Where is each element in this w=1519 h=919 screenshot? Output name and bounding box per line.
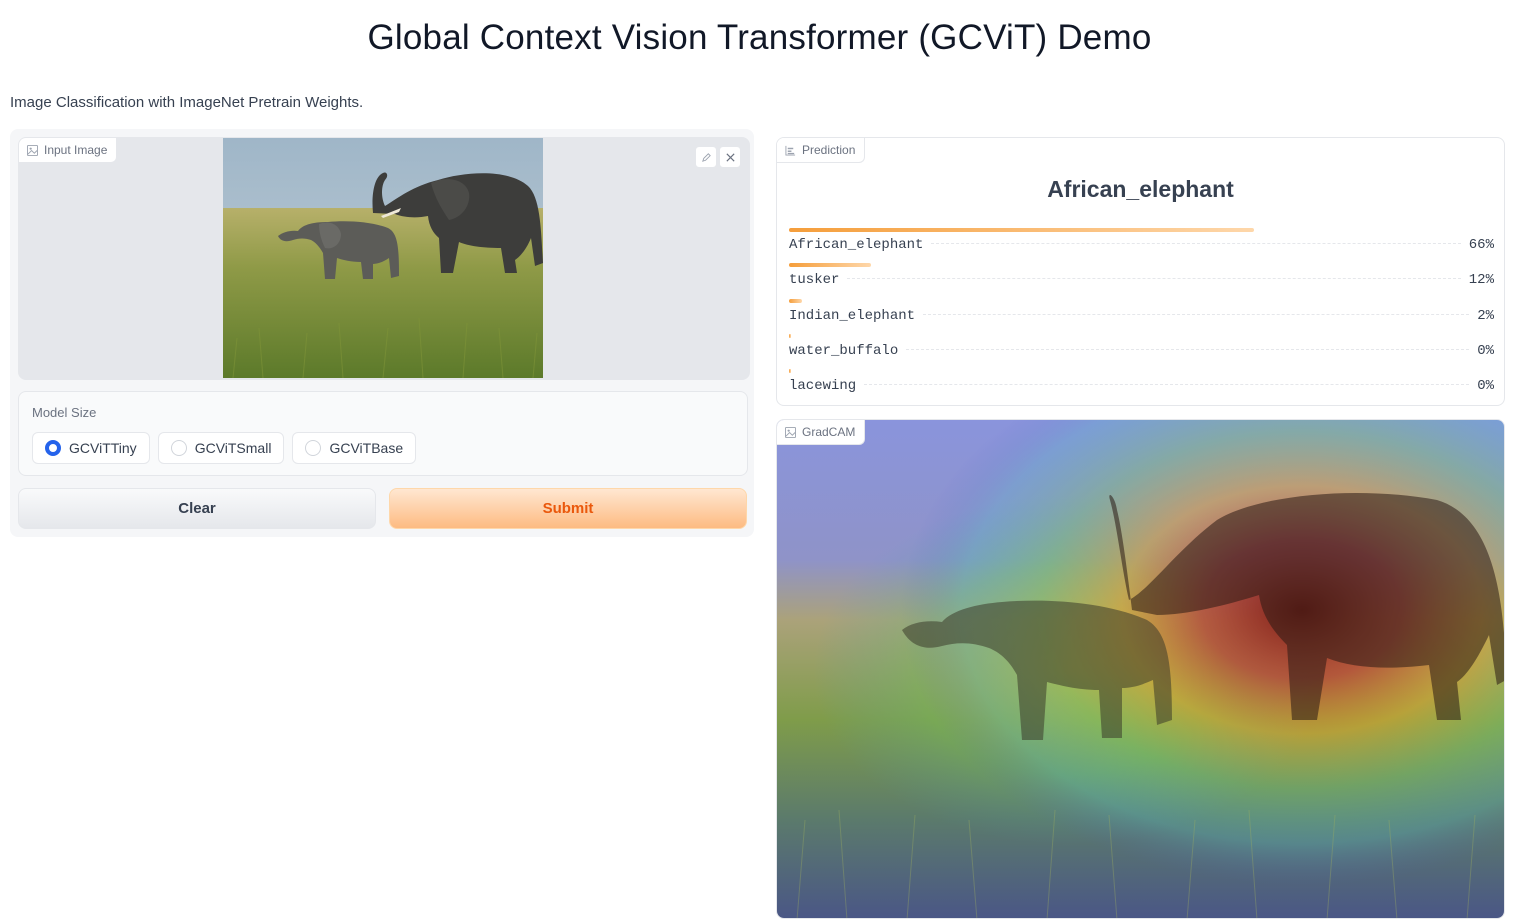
edit-icon	[701, 152, 711, 162]
confidence-leader-line	[906, 348, 1470, 350]
confidence-percent: 0%	[1477, 342, 1494, 359]
page-description: Image Classification with ImageNet Pretr…	[10, 94, 364, 111]
input-panel: Input Image Model Size GCViTTiny GCViTSm…	[10, 129, 754, 537]
confidence-label: lacewing	[789, 378, 857, 395]
edit-button[interactable]	[695, 146, 717, 168]
prediction-label-badge: Prediction	[777, 138, 866, 163]
confidence-text: tusker 12%	[789, 272, 1494, 288]
model-size-radio-group: GCViTTiny GCViTSmall GCViTBase	[32, 432, 417, 464]
radio-unchecked-icon[interactable]	[170, 440, 187, 456]
confidence-bar	[789, 228, 1255, 232]
clear-button[interactable]: Clear	[18, 488, 376, 529]
page-title: Global Context Vision Transformer (GCViT…	[367, 18, 1152, 57]
confidence-row[interactable]: tusker 12%	[789, 263, 1494, 293]
radio-option-gcvitbase[interactable]: GCViTBase	[292, 432, 417, 464]
radio-label: GCViTSmall	[194, 440, 272, 456]
radio-option-gcvitsmall[interactable]: GCViTSmall	[157, 432, 285, 464]
confidence-percent: 66%	[1468, 237, 1494, 253]
confidence-text: Indian_elephant 2%	[789, 308, 1494, 324]
submit-button[interactable]: Submit	[389, 488, 747, 529]
radio-label: GCViTBase	[329, 440, 404, 456]
confidence-row[interactable]: Indian_elephant 2%	[789, 298, 1494, 329]
confidence-row[interactable]: lacewing 0%	[789, 369, 1494, 399]
gradcam-label: GradCAM	[802, 425, 856, 439]
confidence-bar	[789, 298, 802, 303]
confidence-row[interactable]: water_buffalo 0%	[789, 333, 1494, 364]
input-image-dropzone[interactable]: Input Image	[18, 137, 750, 380]
radio-checked-icon[interactable]	[45, 440, 61, 456]
confidence-percent: 2%	[1477, 307, 1494, 324]
confidence-text: lacewing 0%	[789, 378, 1494, 394]
input-image-label-badge: Input Image	[19, 138, 118, 163]
confidence-bar	[789, 333, 791, 338]
confidence-percent: 0%	[1477, 378, 1494, 395]
confidence-text: African_elephant 66%	[789, 237, 1494, 253]
image-icon	[785, 426, 796, 438]
image-icon	[27, 144, 38, 156]
predicted-class: African_elephant	[1047, 176, 1234, 202]
confidence-label: African_elephant	[789, 237, 924, 253]
gradcam-label-badge: GradCAM	[777, 420, 866, 445]
confidence-row[interactable]: African_elephant 66%	[789, 228, 1494, 258]
gradcam-heatmap-image	[777, 420, 1504, 918]
input-elephant-photo	[223, 138, 543, 378]
confidence-leader-line	[864, 384, 1470, 386]
radio-label: GCViTTiny	[69, 440, 137, 456]
confidence-text: water_buffalo 0%	[789, 343, 1494, 359]
model-size-group: Model Size GCViTTiny GCViTSmall GCViTBas…	[18, 391, 748, 476]
confidence-leader-line	[923, 313, 1470, 315]
confidence-label: water_buffalo	[789, 342, 899, 359]
prediction-label: Prediction	[802, 143, 856, 157]
confidence-leader-line	[931, 243, 1461, 244]
confidence-label: tusker	[789, 272, 840, 289]
close-icon	[725, 152, 735, 162]
model-size-label: Model Size	[32, 405, 97, 420]
gradcam-panel: GradCAM	[776, 419, 1505, 919]
input-image-label: Input Image	[44, 143, 108, 157]
radio-unchecked-icon[interactable]	[305, 440, 322, 456]
radio-option-gcvittiny[interactable]: GCViTTiny	[32, 432, 150, 464]
confidence-leader-line	[847, 278, 1461, 280]
confidence-label: Indian_elephant	[789, 307, 916, 324]
confidence-bar	[789, 263, 872, 268]
prediction-panel: Prediction African_elephant African_elep…	[776, 137, 1505, 406]
bar-chart-icon	[785, 145, 796, 156]
confidence-bar	[789, 369, 791, 374]
confidence-percent: 12%	[1468, 272, 1494, 289]
clear-image-button[interactable]	[719, 146, 741, 168]
